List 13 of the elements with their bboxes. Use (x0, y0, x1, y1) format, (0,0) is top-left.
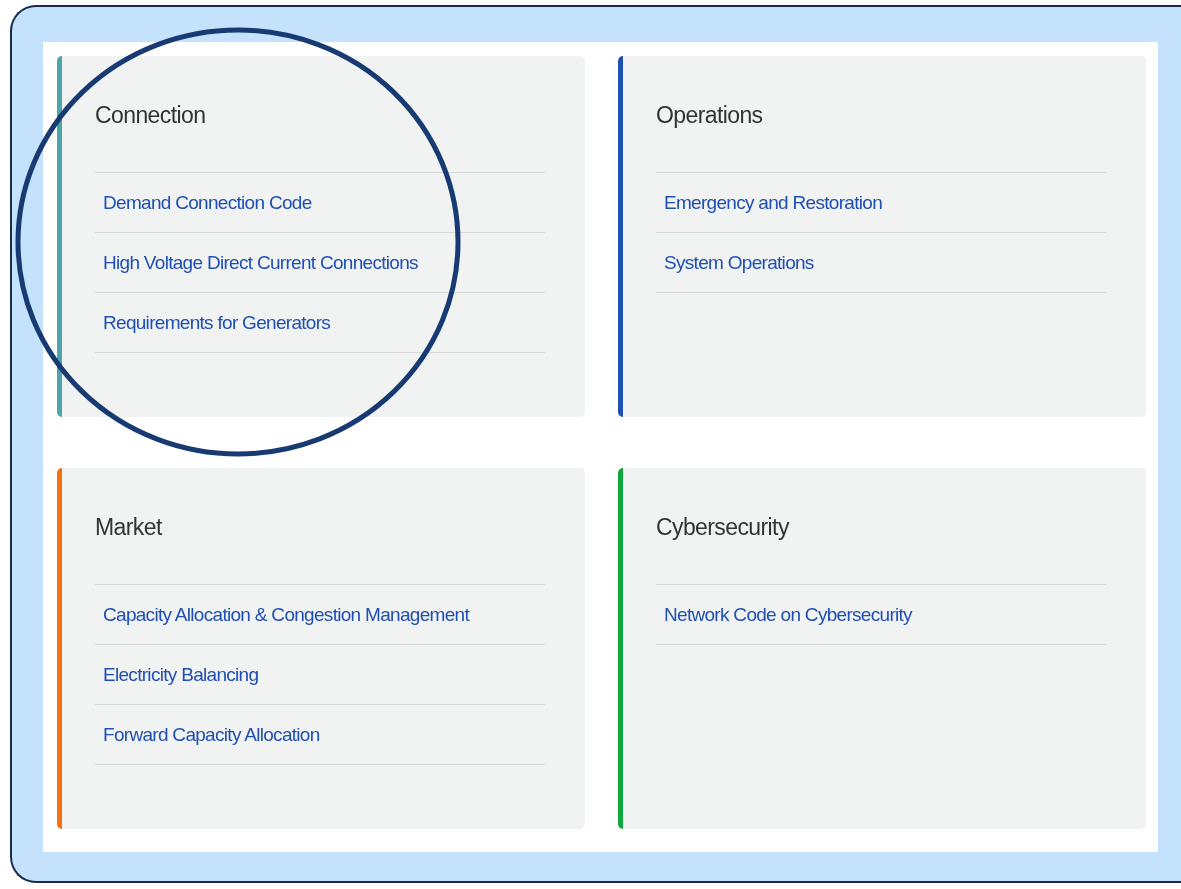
code-link[interactable]: Requirements for Generators (103, 311, 331, 334)
code-link[interactable]: Electricity Balancing (103, 663, 259, 686)
card-title: Cybersecurity (656, 513, 791, 542)
code-link[interactable]: Forward Capacity Allocation (103, 723, 320, 746)
card-title: Operations (656, 101, 764, 130)
card-title: Market (95, 513, 164, 542)
code-link[interactable]: Emergency and Restoration (664, 191, 882, 214)
code-link[interactable]: System Operations (664, 251, 814, 274)
code-link[interactable]: High Voltage Direct Current Connections (103, 251, 418, 274)
code-link[interactable]: Network Code on Cybersecurity (664, 603, 912, 626)
card-title: Connection (95, 101, 207, 130)
code-link[interactable]: Capacity Allocation & Congestion Management (103, 603, 469, 626)
code-link[interactable]: Demand Connection Code (103, 191, 312, 214)
